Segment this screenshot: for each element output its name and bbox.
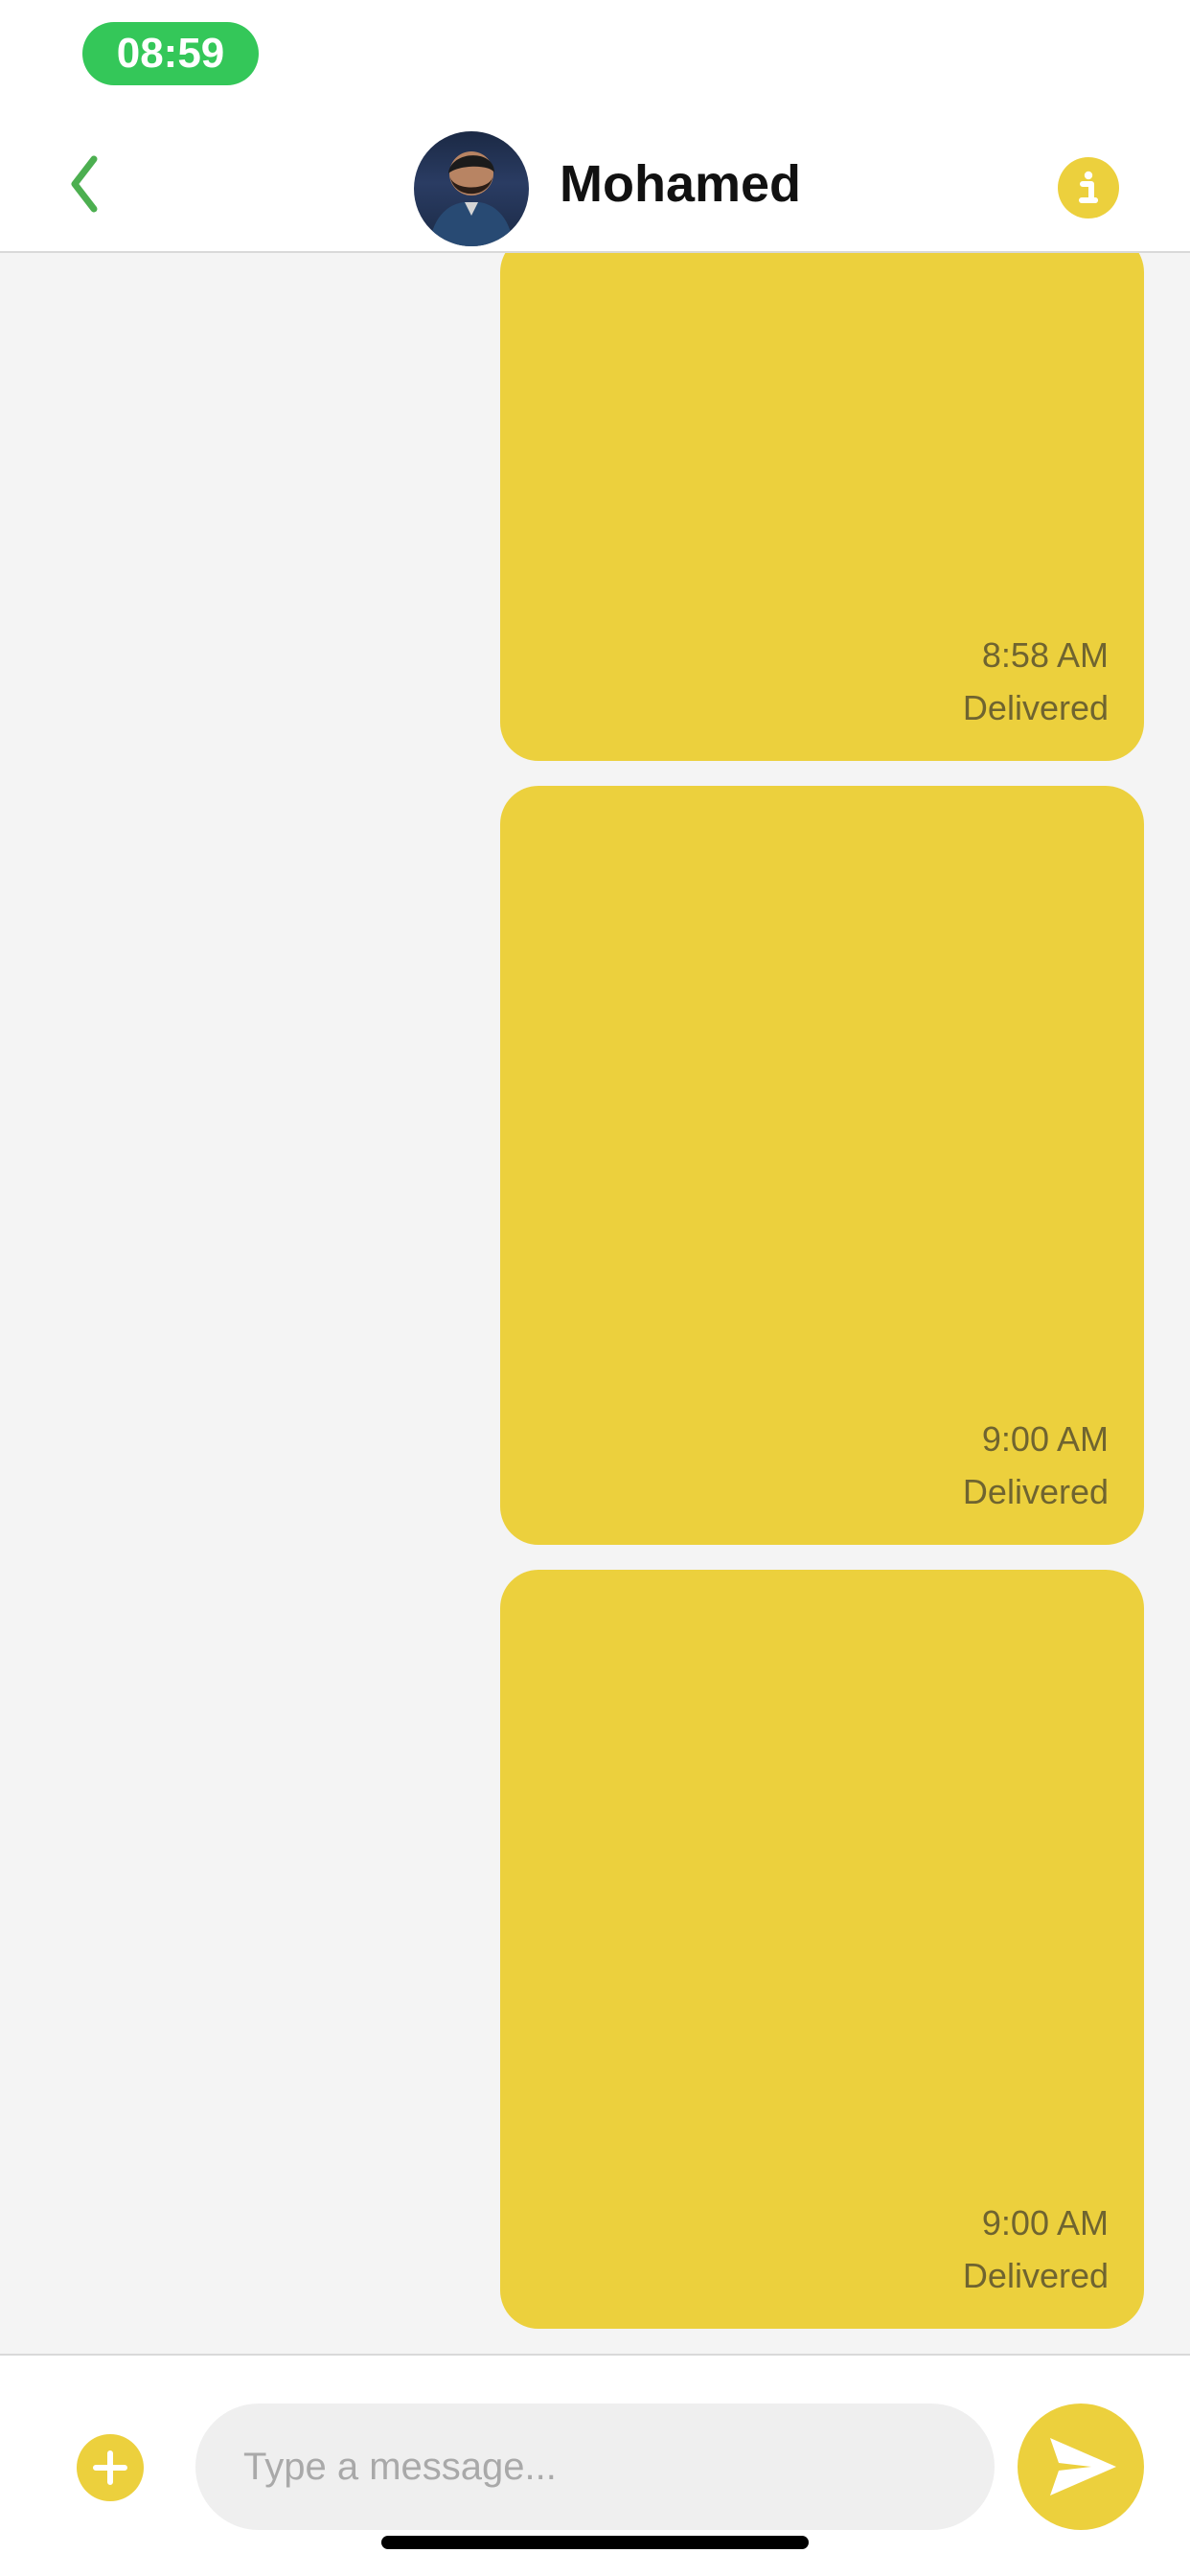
message-time: 9:00 AM <box>981 1419 1109 1459</box>
status-time-pill: 08:59 <box>82 22 259 85</box>
info-icon <box>1079 171 1098 203</box>
back-button[interactable] <box>54 150 123 218</box>
delivery-status: Delivered <box>962 1472 1109 1511</box>
message-time: 9:00 AM <box>981 2203 1109 2242</box>
add-attachment-button[interactable] <box>77 2434 144 2501</box>
chevron-left-icon <box>71 155 98 213</box>
status-bar: 08:59 <box>0 0 1190 115</box>
message-bubble[interactable]: 9:00 AM Delivered <box>500 786 1144 1545</box>
avatar[interactable] <box>414 131 529 246</box>
message-list[interactable]: 8:58 AM Delivered 9:00 AM Delivered 9:00… <box>0 253 1190 2354</box>
message-bubble[interactable]: 8:58 AM Delivered <box>500 253 1144 761</box>
send-button[interactable] <box>1018 2404 1144 2530</box>
chat-header: Mohamed <box>0 115 1190 253</box>
info-button[interactable] <box>1058 157 1119 218</box>
message-time: 8:58 AM <box>981 635 1109 675</box>
message-bubble[interactable]: 9:00 AM Delivered <box>500 1570 1144 2329</box>
avatar-portrait-icon <box>429 151 514 246</box>
home-indicator <box>381 2536 809 2549</box>
message-input[interactable] <box>195 2404 995 2530</box>
plus-icon <box>93 2450 127 2485</box>
contact-name[interactable]: Mohamed <box>560 153 801 215</box>
delivery-status: Delivered <box>962 2256 1109 2295</box>
delivery-status: Delivered <box>962 688 1109 727</box>
send-icon <box>1050 2438 1116 2496</box>
